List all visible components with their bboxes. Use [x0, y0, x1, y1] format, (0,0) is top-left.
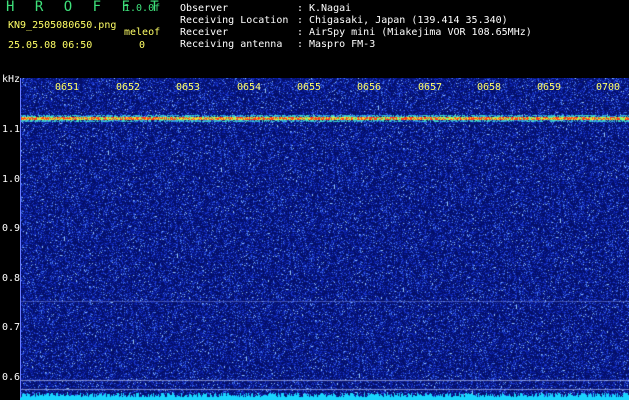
- y-tick-label: 0.7: [2, 322, 21, 333]
- x-tick-label: 0654: [237, 82, 262, 93]
- observer-key: Observer: [180, 3, 229, 14]
- x-tick-label: 0658: [477, 82, 502, 93]
- spectrogram-canvas: [20, 78, 629, 400]
- location-key: Receiving Location: [180, 15, 289, 26]
- x-tick-label: 0656: [357, 82, 382, 93]
- app-version: 1.0.0f: [124, 3, 161, 14]
- location-sep: :: [297, 15, 304, 26]
- x-tick-label: 0651: [55, 82, 80, 93]
- observer-sep: :: [297, 3, 304, 14]
- x-tick-label: 0657: [418, 82, 443, 93]
- x-tick-label: 0700: [596, 82, 621, 93]
- y-tick-label: 0.9: [2, 223, 21, 234]
- receiver-sep: :: [297, 27, 304, 38]
- x-tick-label: 0652: [116, 82, 141, 93]
- receiver-value: AirSpy mini (Miakejima VOR 108.65MHz): [309, 27, 532, 38]
- datetime: 25.05.08 06:50: [8, 40, 93, 51]
- frequency-unit-label: kHz: [2, 74, 21, 85]
- receiver-key: Receiver: [180, 27, 229, 38]
- y-tick-label: 0.6: [2, 372, 21, 383]
- y-tick-label: 0.8: [2, 273, 21, 284]
- x-tick-label: 0659: [537, 82, 562, 93]
- antenna-sep: :: [297, 39, 304, 50]
- x-tick-label: 0655: [297, 82, 322, 93]
- file-name: KN9_2505080650.png: [8, 20, 117, 31]
- antenna-key: Receiving antenna: [180, 39, 283, 50]
- y-tick-label: 1.0: [2, 174, 21, 185]
- x-tick-label: 0653: [176, 82, 201, 93]
- mode-label: meleof: [124, 27, 161, 38]
- location-value: Chigasaki, Japan (139.414 35.340): [309, 15, 508, 26]
- mode-value: 0: [139, 40, 146, 51]
- y-tick-label: 1.1: [2, 124, 21, 135]
- observer-value: K.Nagai: [309, 3, 352, 14]
- antenna-value: Maspro FM-3: [309, 39, 376, 50]
